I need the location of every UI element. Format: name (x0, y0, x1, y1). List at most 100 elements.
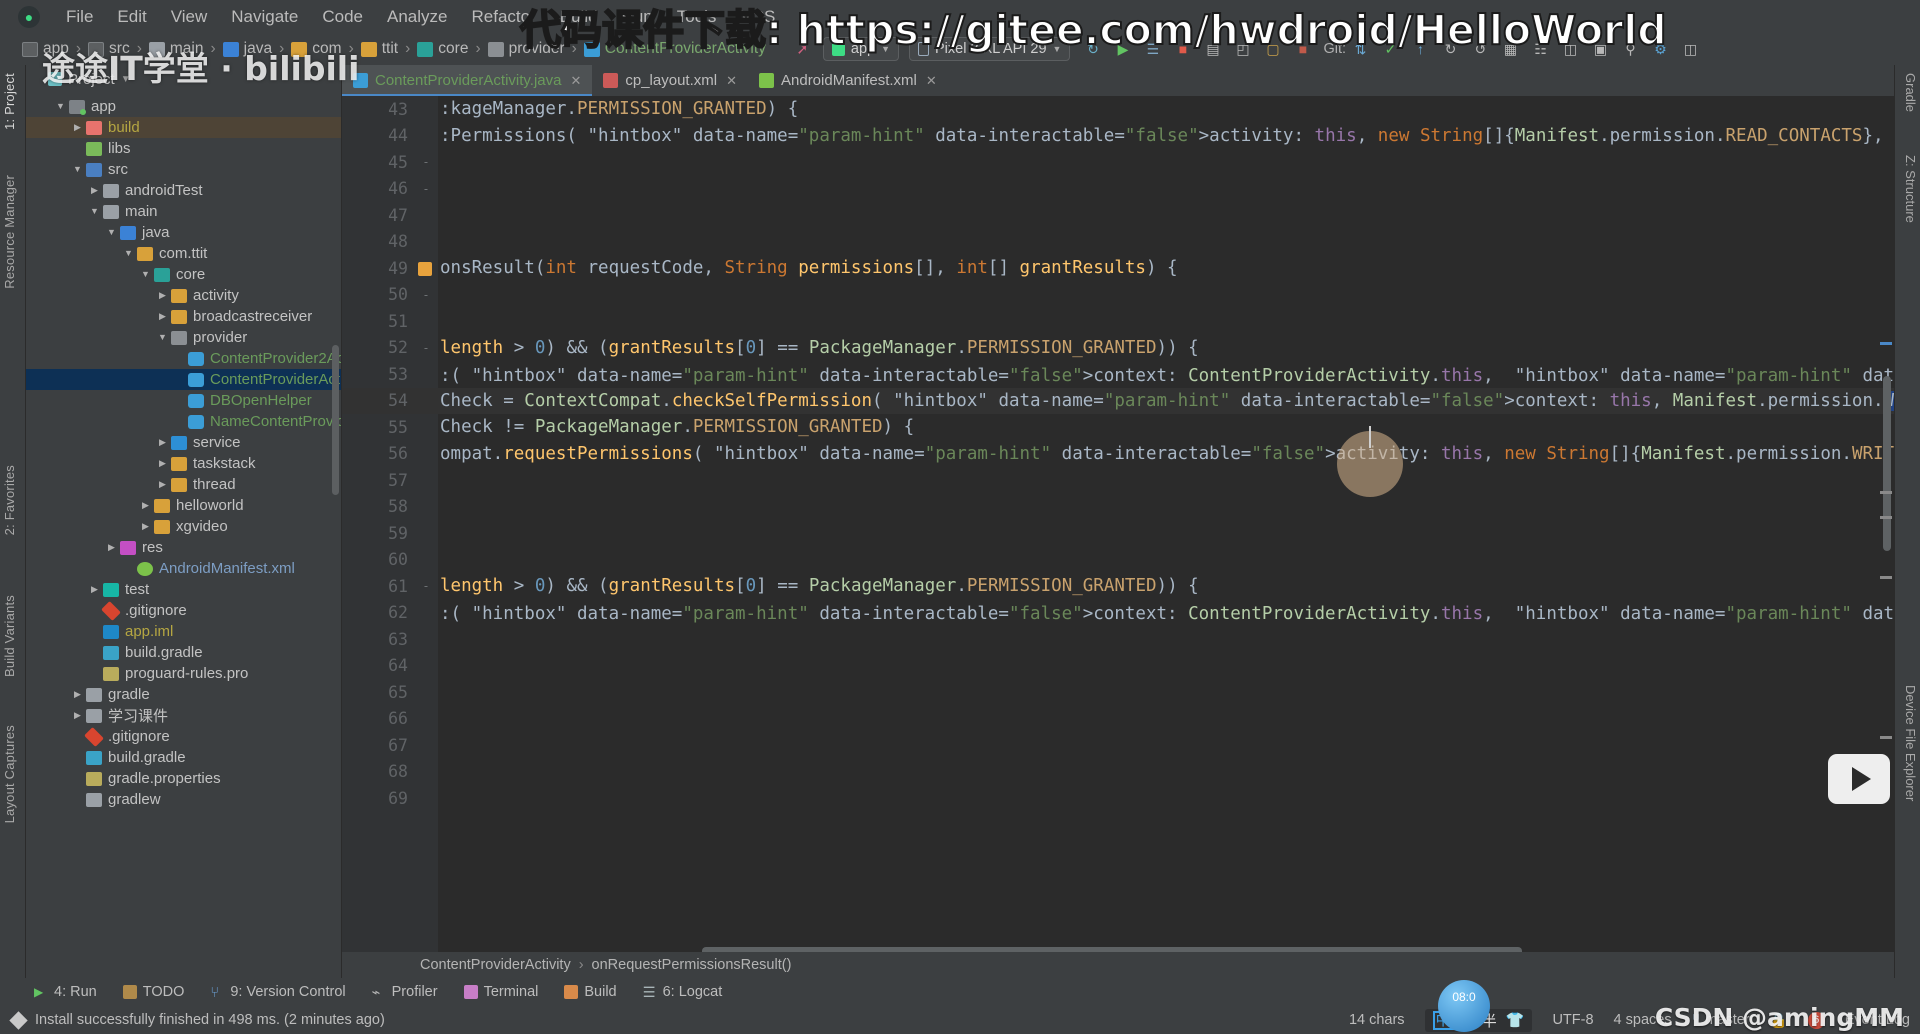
chevron-right-icon[interactable]: ▶ (106, 542, 117, 553)
tree-item-xgvideo[interactable]: ▶ xgvideo (26, 516, 341, 537)
chevron-right-icon[interactable]: ▶ (157, 437, 168, 448)
project-scrollbar[interactable] (332, 345, 339, 495)
breadcrumb-core[interactable]: core › (417, 40, 487, 58)
code-line-62[interactable]: 62:( "hintbox" data-name="param-hint" da… (342, 600, 1894, 627)
code-line-56[interactable]: 56 ompat.requestPermissions( "hintbox" da… (342, 441, 1894, 468)
tool-window-build[interactable]: Build (564, 984, 617, 1000)
close-icon[interactable]: ✕ (726, 73, 737, 89)
chevron-right-icon[interactable]: ▶ (72, 710, 83, 721)
code-line-59[interactable]: 59 (342, 520, 1894, 547)
tree-item-broadcastreceiver[interactable]: ▶ broadcastreceiver (26, 306, 341, 327)
tree-item-activity[interactable]: ▶ activity (26, 285, 341, 306)
tree-item-proguard-rules-pro[interactable]: proguard-rules.pro (26, 663, 341, 684)
tree-item-app-iml[interactable]: app.iml (26, 621, 341, 642)
tool-window-profiler[interactable]: ⌁ Profiler (372, 984, 438, 1001)
menu-edit[interactable]: Edit (105, 5, 158, 29)
code-line-44[interactable]: 44:Permissions( "hintbox" data-name="par… (342, 123, 1894, 150)
chevron-down-icon[interactable]: ▼ (106, 227, 117, 238)
chevron-right-icon[interactable]: ▶ (157, 458, 168, 469)
code-editor[interactable]: 43:kageManager.PERMISSION_GRANTED) {44:P… (342, 96, 1894, 978)
chevron-right-icon[interactable]: ▶ (157, 290, 168, 301)
code-line-48[interactable]: 48 (342, 229, 1894, 256)
chevron-right-icon[interactable]: ▶ (72, 122, 83, 133)
tool-tab-favorites[interactable]: 2: Favorites (2, 465, 17, 535)
tool-window-6-logcat[interactable]: ☰ 6: Logcat (643, 984, 723, 1001)
tree-item-helloworld[interactable]: ▶ helloworld (26, 495, 341, 516)
tree-item-build[interactable]: ▶ build (26, 117, 341, 138)
menu-file[interactable]: File (54, 5, 105, 29)
editor-tab-contentprovideractivity-java[interactable]: ContentProviderActivity.java ✕ (342, 65, 593, 96)
tree-item-java[interactable]: ▼ java (26, 222, 341, 243)
menu-navigate[interactable]: Navigate (219, 5, 310, 29)
code-line-58[interactable]: 58 (342, 494, 1894, 521)
code-line-43[interactable]: 43:kageManager.PERMISSION_GRANTED) { (342, 96, 1894, 123)
tree-item-build-gradle[interactable]: build.gradle (26, 747, 341, 768)
editor-tab-cp-layout-xml[interactable]: cp_layout.xml ✕ (592, 65, 748, 96)
fold-marker-icon[interactable]: - (414, 579, 438, 593)
tree-item-com-ttit[interactable]: ▼ com.ttit (26, 243, 341, 264)
menu-code[interactable]: Code (310, 5, 375, 29)
code-line-68[interactable]: 68 (342, 759, 1894, 786)
chevron-right-icon[interactable]: ▶ (89, 185, 100, 196)
code-line-53[interactable]: 53:( "hintbox" data-name="param-hint" da… (342, 361, 1894, 388)
breadcrumb-class-label[interactable]: ContentProviderActivity (420, 957, 571, 973)
code-line-55[interactable]: 55 Check != PackageManager.PERMISSION_GRA… (342, 414, 1894, 441)
chevron-right-icon[interactable]: ▶ (140, 521, 151, 532)
tree-item-service[interactable]: ▶ service (26, 432, 341, 453)
fold-marker-icon[interactable]: - (414, 341, 438, 355)
code-line-61[interactable]: 61- length > 0) && (grantResults[0] == Pa… (342, 573, 1894, 600)
tool-window-4-run[interactable]: ▶ 4: Run (34, 984, 97, 1000)
tool-tab-layout-captures[interactable]: Layout Captures (2, 725, 17, 823)
tree-item-androidtest[interactable]: ▶ androidTest (26, 180, 341, 201)
tool-tab-device-file-explorer[interactable]: Device File Explorer (1903, 685, 1918, 801)
tree-item--gitignore[interactable]: .gitignore (26, 726, 341, 747)
tool-window-terminal[interactable]: Terminal (463, 984, 538, 1000)
tree-item-gradlew[interactable]: gradlew (26, 789, 341, 810)
chevron-down-icon[interactable]: ▼ (123, 248, 134, 259)
chevron-down-icon[interactable]: ▼ (72, 164, 83, 175)
code-line-66[interactable]: 66 (342, 706, 1894, 733)
code-line-50[interactable]: 50- (342, 282, 1894, 309)
tool-tab-project[interactable]: 1: Project (2, 73, 17, 130)
breadcrumb-method-label[interactable]: onRequestPermissionsResult() (592, 957, 792, 973)
code-line-57[interactable]: 57 (342, 467, 1894, 494)
tool-tab-structure[interactable]: Z: Structure (1903, 155, 1918, 223)
close-icon[interactable]: ✕ (570, 73, 581, 89)
project-structure-icon[interactable]: ◫ (1680, 39, 1701, 60)
code-lines[interactable]: 43:kageManager.PERMISSION_GRANTED) {44:P… (342, 96, 1894, 978)
tool-tab-build-variants[interactable]: Build Variants (2, 595, 17, 677)
video-play-button[interactable] (1828, 754, 1890, 804)
fold-marker-icon[interactable]: - (414, 288, 438, 302)
chevron-down-icon[interactable]: ▼ (157, 332, 168, 343)
code-line-54[interactable]: 54 Check = ContextCompat.checkSelfPermiss… (342, 387, 1894, 414)
tree-item-core[interactable]: ▼ core (26, 264, 341, 285)
chevron-right-icon[interactable]: ▶ (157, 311, 168, 322)
chevron-down-icon[interactable]: ▼ (89, 206, 100, 217)
tree-item-thread[interactable]: ▶ thread (26, 474, 341, 495)
chevron-down-icon[interactable]: ▼ (55, 101, 66, 112)
tree-item-src[interactable]: ▼ src (26, 159, 341, 180)
tree-item-gradle[interactable]: ▶ gradle (26, 684, 341, 705)
tree-item-contentprovider2activity[interactable]: ContentProvider2Activity (26, 348, 341, 369)
code-line-45[interactable]: 45- (342, 149, 1894, 176)
tree-item-contentprovideractivity[interactable]: ContentProviderActivity (26, 369, 341, 390)
tool-window-9-version-control[interactable]: ⑂ 9: Version Control (210, 984, 345, 1001)
tree-item-libs[interactable]: libs (26, 138, 341, 159)
tree-item-app[interactable]: ▼ app (26, 96, 341, 117)
override-marker-icon[interactable] (418, 262, 432, 276)
status-encoding[interactable]: UTF-8 (1552, 1012, 1593, 1028)
chevron-right-icon[interactable]: ▶ (140, 500, 151, 511)
fold-marker-icon[interactable]: - (414, 155, 438, 169)
tree-item--[interactable]: ▶ 学习课件 (26, 705, 341, 726)
tree-item-res[interactable]: ▶ res (26, 537, 341, 558)
breadcrumb-ttit[interactable]: ttit › (360, 40, 418, 58)
code-line-65[interactable]: 65 (342, 679, 1894, 706)
code-line-64[interactable]: 64 (342, 653, 1894, 680)
tree-item-namecontentprovider[interactable]: NameContentProvider (26, 411, 341, 432)
tree-item-test[interactable]: ▶ test (26, 579, 341, 600)
code-line-47[interactable]: 47 (342, 202, 1894, 229)
code-line-67[interactable]: 67 (342, 732, 1894, 759)
code-line-69[interactable]: 69 (342, 785, 1894, 812)
code-line-52[interactable]: 52- length > 0) && (grantResults[0] == Pa… (342, 335, 1894, 362)
tree-item-dbopenhelper[interactable]: DBOpenHelper (26, 390, 341, 411)
